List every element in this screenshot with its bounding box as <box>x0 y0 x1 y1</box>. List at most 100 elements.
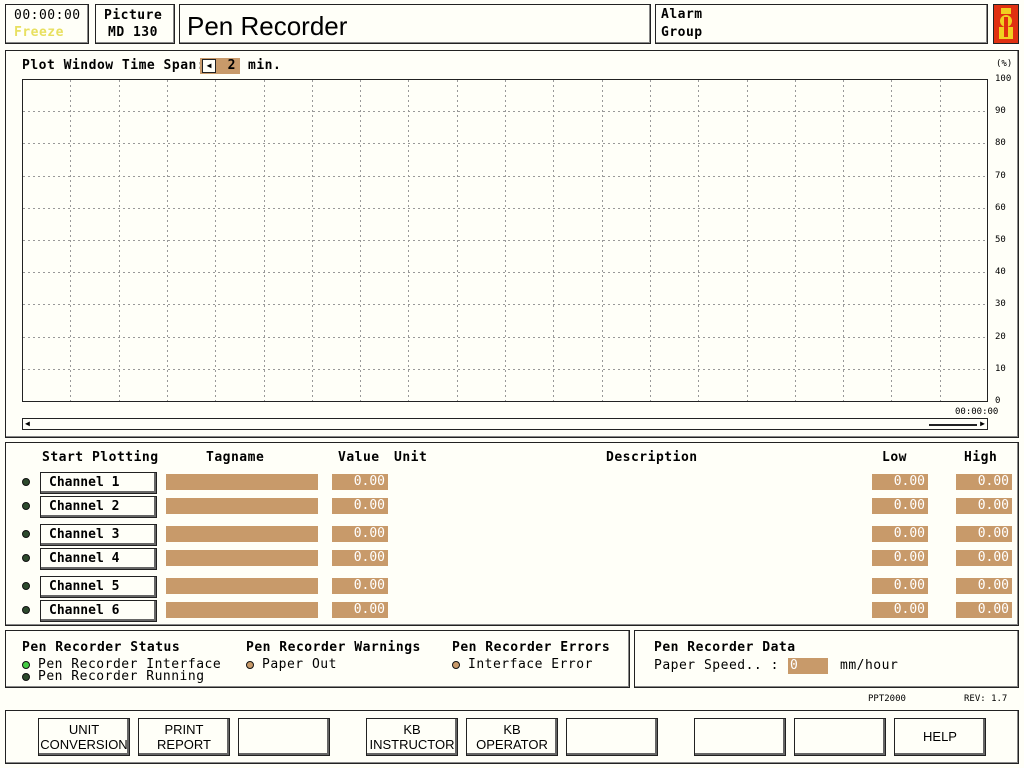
channel-5-button[interactable]: Channel 5 <box>40 576 157 598</box>
status-led-running <box>22 673 30 681</box>
y-tick-label: 10 <box>995 363 1006 374</box>
channel-1-led <box>22 478 30 486</box>
y-tick-label: 80 <box>995 137 1006 148</box>
error-item-interface: Interface Error <box>468 657 593 672</box>
channel-4-tagname[interactable] <box>166 550 318 566</box>
kb-instructor-line2: INSTRUCTOR <box>369 737 455 752</box>
channel-5-value: 0.00 <box>332 578 388 594</box>
time-scrollbar[interactable]: ◀ ▶ <box>22 418 988 430</box>
kb-operator-line2: OPERATOR <box>476 737 548 752</box>
col-header-tagname: Tagname <box>206 450 265 465</box>
title-panel: Pen Recorder <box>179 4 651 44</box>
scroll-thumb[interactable] <box>929 424 977 426</box>
empty-button-3[interactable] <box>694 718 786 756</box>
col-header-value: Value <box>338 450 380 465</box>
alarm-group-panel[interactable]: Alarm Group <box>655 4 988 44</box>
y-tick-label: 100 <box>995 73 1012 84</box>
channel-4-button[interactable]: Channel 4 <box>40 548 157 570</box>
channel-2-low[interactable]: 0.00 <box>872 498 928 514</box>
time-span-value: 2 <box>227 58 236 73</box>
unit-conversion-line1: UNIT <box>68 722 100 737</box>
freeze-indicator[interactable]: Freeze <box>14 25 64 40</box>
clock-time: 00:00:00 <box>14 8 81 23</box>
pen-chart <box>22 79 988 402</box>
channel-2-high[interactable]: 0.00 <box>956 498 1012 514</box>
channel-6-value: 0.00 <box>332 602 388 618</box>
kb-operator-button[interactable]: KB OPERATOR <box>466 718 558 756</box>
channel-5-tagname[interactable] <box>166 578 318 594</box>
group-label: Group <box>661 25 703 40</box>
channel-3-low[interactable]: 0.00 <box>872 526 928 542</box>
channel-5-high[interactable]: 0.00 <box>956 578 1012 594</box>
time-span-unit: min. <box>248 58 282 73</box>
channel-5-led <box>22 582 30 590</box>
kb-instructor-line1: KB <box>403 722 421 737</box>
clock-panel: 00:00:00 Freeze <box>5 4 89 44</box>
channel-1-tagname[interactable] <box>166 474 318 490</box>
time-span-field[interactable]: ◀ 2 <box>200 58 240 74</box>
col-header-unit: Unit <box>394 450 428 465</box>
page-title: Pen Recorder <box>187 11 348 41</box>
errors-title: Pen Recorder Errors <box>452 640 611 655</box>
channel-4-value: 0.00 <box>332 550 388 566</box>
empty-button-4[interactable] <box>794 718 886 756</box>
scroll-left-icon[interactable]: ◀ <box>25 419 30 428</box>
channel-3-button[interactable]: Channel 3 <box>40 524 157 546</box>
channel-6-tagname[interactable] <box>166 602 318 618</box>
kb-operator-line1: KB <box>503 722 521 737</box>
channel-3-tagname[interactable] <box>166 526 318 542</box>
channel-1-button[interactable]: Channel 1 <box>40 472 157 494</box>
channel-5-low[interactable]: 0.00 <box>872 578 928 594</box>
empty-button-2[interactable] <box>566 718 658 756</box>
col-header-low: Low <box>882 450 907 465</box>
print-report-line2: REPORT <box>157 737 211 752</box>
arrow-left-icon[interactable]: ◀ <box>202 59 216 73</box>
y-tick-label: 0 <box>995 395 1001 406</box>
y-tick-label: 70 <box>995 170 1006 181</box>
ppt-label: PPT2000 <box>868 694 906 704</box>
time-span-label: Plot Window Time Span: <box>22 58 206 73</box>
print-report-line1: PRINT <box>164 722 204 737</box>
y-tick-label: 90 <box>995 105 1006 116</box>
logo <box>993 4 1019 44</box>
picture-label: Picture <box>104 8 163 23</box>
scroll-right-icon[interactable]: ▶ <box>980 419 985 428</box>
warning-led-paper-out <box>246 661 254 669</box>
channel-2-button[interactable]: Channel 2 <box>40 496 157 518</box>
empty-button-1[interactable] <box>238 718 330 756</box>
channel-4-low[interactable]: 0.00 <box>872 550 928 566</box>
channel-6-button[interactable]: Channel 6 <box>40 600 157 622</box>
channel-3-high[interactable]: 0.00 <box>956 526 1012 542</box>
channel-3-value: 0.00 <box>332 526 388 542</box>
status-led-interface <box>22 661 30 669</box>
rev-label: REV: 1.7 <box>964 694 1008 704</box>
y-tick-label: 40 <box>995 266 1006 277</box>
warning-item-paper-out: Paper Out <box>262 657 337 672</box>
channel-6-low[interactable]: 0.00 <box>872 602 928 618</box>
channel-2-value: 0.00 <box>332 498 388 514</box>
y-tick-label: 30 <box>995 298 1006 309</box>
paper-speed-unit: mm/hour <box>840 658 899 673</box>
help-label: HELP <box>923 729 957 744</box>
paper-speed-label: Paper Speed.. : <box>654 658 779 673</box>
channel-1-value: 0.00 <box>332 474 388 490</box>
paper-speed-field[interactable]: 0 <box>788 658 828 674</box>
col-header-description: Description <box>606 450 698 465</box>
channel-6-led <box>22 606 30 614</box>
channel-1-low[interactable]: 0.00 <box>872 474 928 490</box>
kb-instructor-button[interactable]: KB INSTRUCTOR <box>366 718 458 756</box>
channel-2-tagname[interactable] <box>166 498 318 514</box>
crest-icon <box>999 8 1013 39</box>
recorder-data-title: Pen Recorder Data <box>654 640 796 655</box>
print-report-button[interactable]: PRINT REPORT <box>138 718 230 756</box>
status-title: Pen Recorder Status <box>22 640 181 655</box>
channel-4-led <box>22 554 30 562</box>
channel-1-high[interactable]: 0.00 <box>956 474 1012 490</box>
y-tick-label: 20 <box>995 331 1006 342</box>
channel-4-high[interactable]: 0.00 <box>956 550 1012 566</box>
help-button[interactable]: HELP <box>894 718 986 756</box>
unit-conversion-button[interactable]: UNIT CONVERSION <box>38 718 130 756</box>
channel-6-high[interactable]: 0.00 <box>956 602 1012 618</box>
status-item-running: Pen Recorder Running <box>38 669 205 684</box>
col-header-high: High <box>964 450 998 465</box>
